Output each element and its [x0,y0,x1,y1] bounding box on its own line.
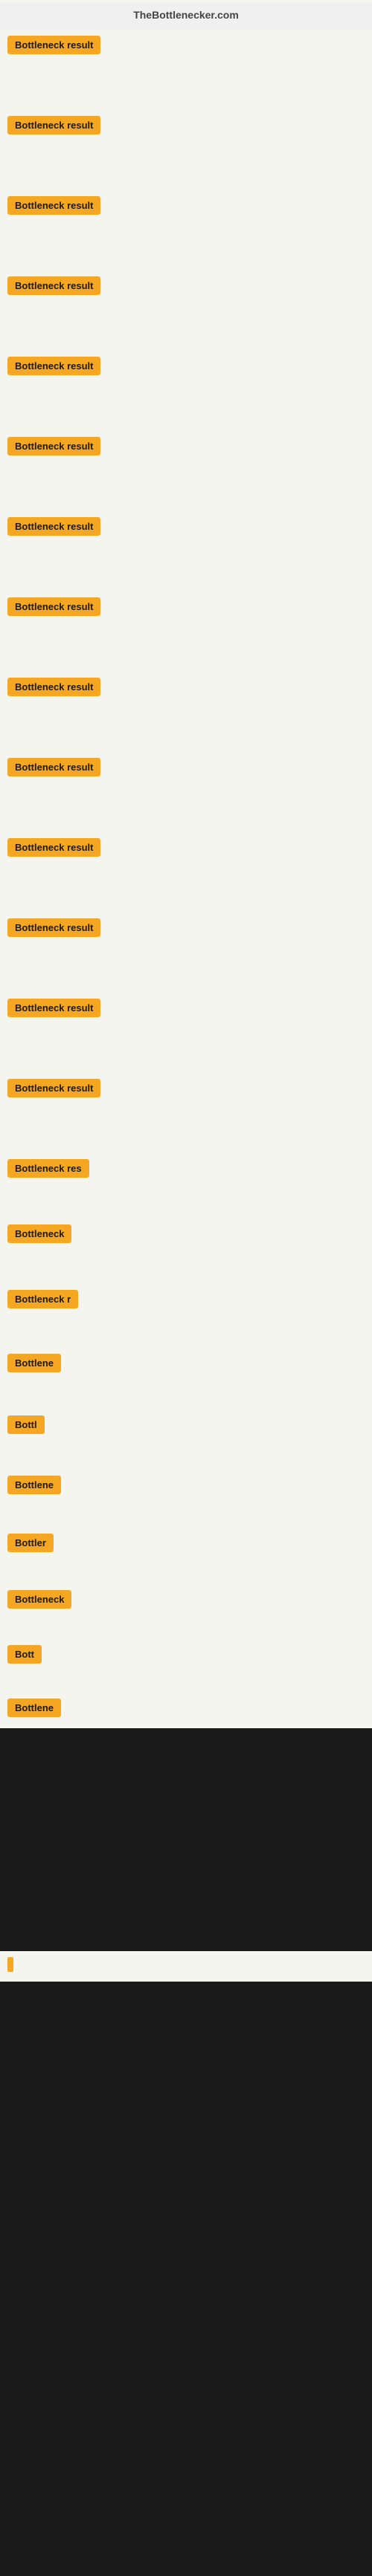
bottleneck-badge: Bottleneck result [7,196,100,215]
spacer [0,948,372,993]
spacer [0,386,372,431]
list-item: Bottlene [0,1348,372,1382]
bottleneck-badge: Bottleneck result [7,758,100,776]
list-item: Bottlene [0,1693,372,1727]
bottleneck-badge: Bottleneck result [7,1079,100,1097]
spacer [0,65,372,110]
list-item: Bottleneck result [0,431,372,465]
spacer [0,467,372,511]
spacer [0,1254,372,1284]
site-header: TheBottlenecker.com [0,3,372,30]
list-item: Bottl [0,1409,372,1444]
list-item: Bottleneck result [0,30,372,64]
list-item: Bottleneck result [0,110,372,144]
bottleneck-badge: Bottleneck result [7,116,100,134]
bottleneck-badge: Bottler [7,1534,54,1552]
bottleneck-badge: Bottleneck result [7,999,100,1017]
spacer [0,226,372,270]
list-item: Bottlene [0,1470,372,1504]
bottleneck-badge: Bottleneck r [7,1290,78,1308]
page-container: TheBottlenecker.com Bottleneck result Bo… [0,0,372,2576]
bottleneck-badge: Bottleneck res [7,1159,89,1178]
bottleneck-badge-tiny [7,1957,13,1972]
list-item: Bottleneck [0,1219,372,1253]
spacer [0,146,372,190]
spacer [0,1563,372,1584]
list-item: Bottleneck result [0,912,372,947]
bottleneck-badge: Bottleneck result [7,838,100,857]
list-item: Bottleneck result [0,752,372,786]
spacer [0,1320,372,1348]
list-item: Bottleneck [0,1584,372,1618]
list-item: Bottleneck r [0,1284,372,1318]
bottleneck-badge: Bottleneck result [7,678,100,696]
spacer [0,1028,372,1073]
list-item: Bottleneck result [0,190,372,224]
spacer [0,1675,372,1693]
list-item: Bottleneck result [0,591,372,626]
bottleneck-badge: Bottleneck [7,1224,71,1243]
spacer [0,1383,372,1409]
bottleneck-badge: Bottlene [7,1476,61,1494]
bottleneck-badge: Bottlene [7,1699,61,1717]
bottleneck-badge: Bottleneck result [7,437,100,455]
bottleneck-badge: Bottl [7,1415,45,1434]
bottleneck-badge: Bottleneck result [7,517,100,536]
bottleneck-badge: Bott [7,1645,42,1664]
list-item: Bottleneck result [0,832,372,866]
list-item: Bottleneck result [0,672,372,706]
spacer [0,1445,372,1470]
list-item-tiny [0,1951,372,1982]
spacer [0,1505,372,1528]
bottleneck-badge: Bottleneck result [7,276,100,295]
list-item: Bottleneck result [0,511,372,545]
list-item: Bottleneck result [0,993,372,1027]
spacer [0,868,372,912]
list-item: Bottleneck res [0,1153,372,1187]
list-item: Bottleneck result [0,270,372,305]
spacer [0,1189,372,1219]
spacer [0,788,372,832]
spacer [0,306,372,351]
bottleneck-badge: Bottleneck result [7,597,100,616]
bottleneck-badge: Bottleneck result [7,918,100,937]
list-item: Bottler [0,1528,372,1562]
spacer [0,547,372,591]
list-item: Bottleneck result [0,1073,372,1107]
bottleneck-badge: Bottleneck result [7,357,100,375]
spacer [0,707,372,752]
spacer [0,1620,372,1639]
dark-section [0,1728,372,1951]
list-item: Bottleneck result [0,351,372,385]
bottleneck-badge: Bottlene [7,1354,61,1372]
spacer [0,627,372,672]
dark-section-bottom [0,1982,372,2576]
list-item: Bott [0,1639,372,1673]
bottleneck-badge: Bottleneck [7,1590,71,1609]
spacer [0,1109,372,1153]
bottleneck-badge: Bottleneck result [7,36,100,54]
site-title: TheBottlenecker.com [133,9,239,21]
